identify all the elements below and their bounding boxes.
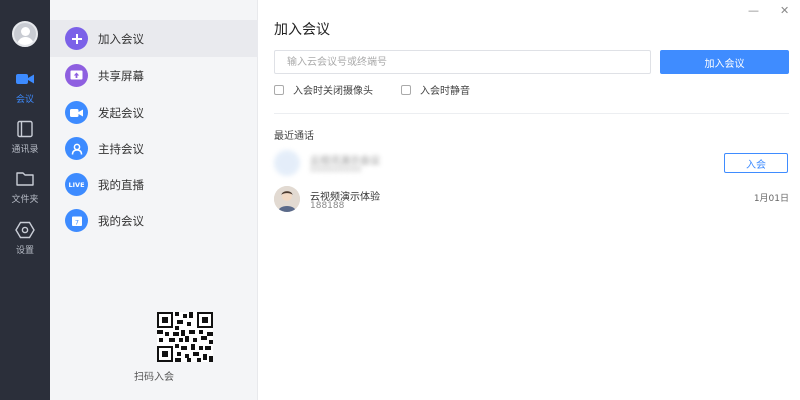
menu-item-start-meeting[interactable]: 发起会议 [50,94,258,131]
rail-item-folder[interactable]: 文件夹 [0,170,50,214]
rail-item-label: 设置 [15,246,34,256]
main-panel: — ✕ 加入会议 加入会议 入会时关闭摄像头 入会时静音 最近通话 云视讯演示会… [258,0,800,400]
contacts-book-icon [17,120,33,138]
menu-item-label: 我的直播 [98,177,144,192]
close-button[interactable]: ✕ [780,4,789,17]
divider [274,113,789,114]
folder-icon [16,172,34,186]
enter-meeting-button[interactable]: 入会 [724,153,788,173]
meeting-menu: 加入会议 共享屏幕 发起会议 主持会议 LIVE 我的直播 7 我的会议 扫码入… [50,0,258,400]
rail-item-label: 会议 [15,95,34,105]
host-icon [65,137,88,160]
page-title: 加入会议 [274,22,330,38]
recent-calls-title: 最近通话 [274,131,314,142]
rail-item-contacts[interactable]: 通讯录 [0,120,50,164]
option-label: 入会时静音 [420,86,470,97]
option-mute[interactable]: 入会时静音 [401,82,470,97]
video-camera-icon [16,74,34,84]
svg-text:7: 7 [74,218,78,226]
menu-item-label: 主持会议 [98,141,144,156]
menu-item-label: 加入会议 [98,31,144,46]
settings-hexagon-icon [15,221,35,239]
rail-item-settings[interactable]: 设置 [0,221,50,265]
recent-call-number: 188188 [310,201,345,211]
recent-call-date: 1月01日 [753,194,789,204]
menu-item-my-live[interactable]: LIVE 我的直播 [50,166,258,203]
menu-item-join-meeting[interactable]: 加入会议 [50,20,258,57]
video-icon [65,101,88,124]
menu-item-share-screen[interactable]: 共享屏幕 [50,57,258,94]
plus-icon [65,27,88,50]
left-rail: 会议 通讯录 文件夹 设置 [0,0,50,400]
option-camera-off[interactable]: 入会时关闭摄像头 [274,82,373,97]
rail-item-label: 通讯录 [11,145,39,155]
option-label: 入会时关闭摄像头 [293,86,373,97]
menu-item-label: 发起会议 [98,105,144,120]
join-meeting-button[interactable]: 加入会议 [660,50,789,74]
avatar [274,150,300,176]
share-screen-icon [65,64,88,87]
qr-label: 扫码入会 [134,372,174,383]
rail-item-label: 文件夹 [11,195,39,205]
mute-checkbox[interactable] [401,84,411,95]
menu-item-label: 我的会议 [98,213,144,228]
avatar [274,186,300,212]
minimize-button[interactable]: — [748,4,759,17]
app-window: 会议 通讯录 文件夹 设置 加入会议 共享屏幕 发起会议 主持会议 LIVE 我… [0,0,800,400]
recent-call-row[interactable]: 云视讯演示会议 888888888 [274,150,789,184]
recent-call-row[interactable]: 云视频演示体验 188188 1月01日 [274,186,789,220]
user-avatar[interactable] [12,21,38,47]
menu-item-host-meeting[interactable]: 主持会议 [50,130,258,167]
recent-call-number: 888888888 [310,165,362,175]
calendar-icon: 7 [65,209,88,232]
live-icon: LIVE [65,173,88,196]
menu-item-label: 共享屏幕 [98,68,144,83]
camera-off-checkbox[interactable] [274,84,284,95]
meeting-id-input[interactable] [274,50,651,74]
menu-item-my-meetings[interactable]: 7 我的会议 [50,202,258,239]
rail-item-meeting[interactable]: 会议 [0,70,50,114]
qr-code [157,312,213,362]
